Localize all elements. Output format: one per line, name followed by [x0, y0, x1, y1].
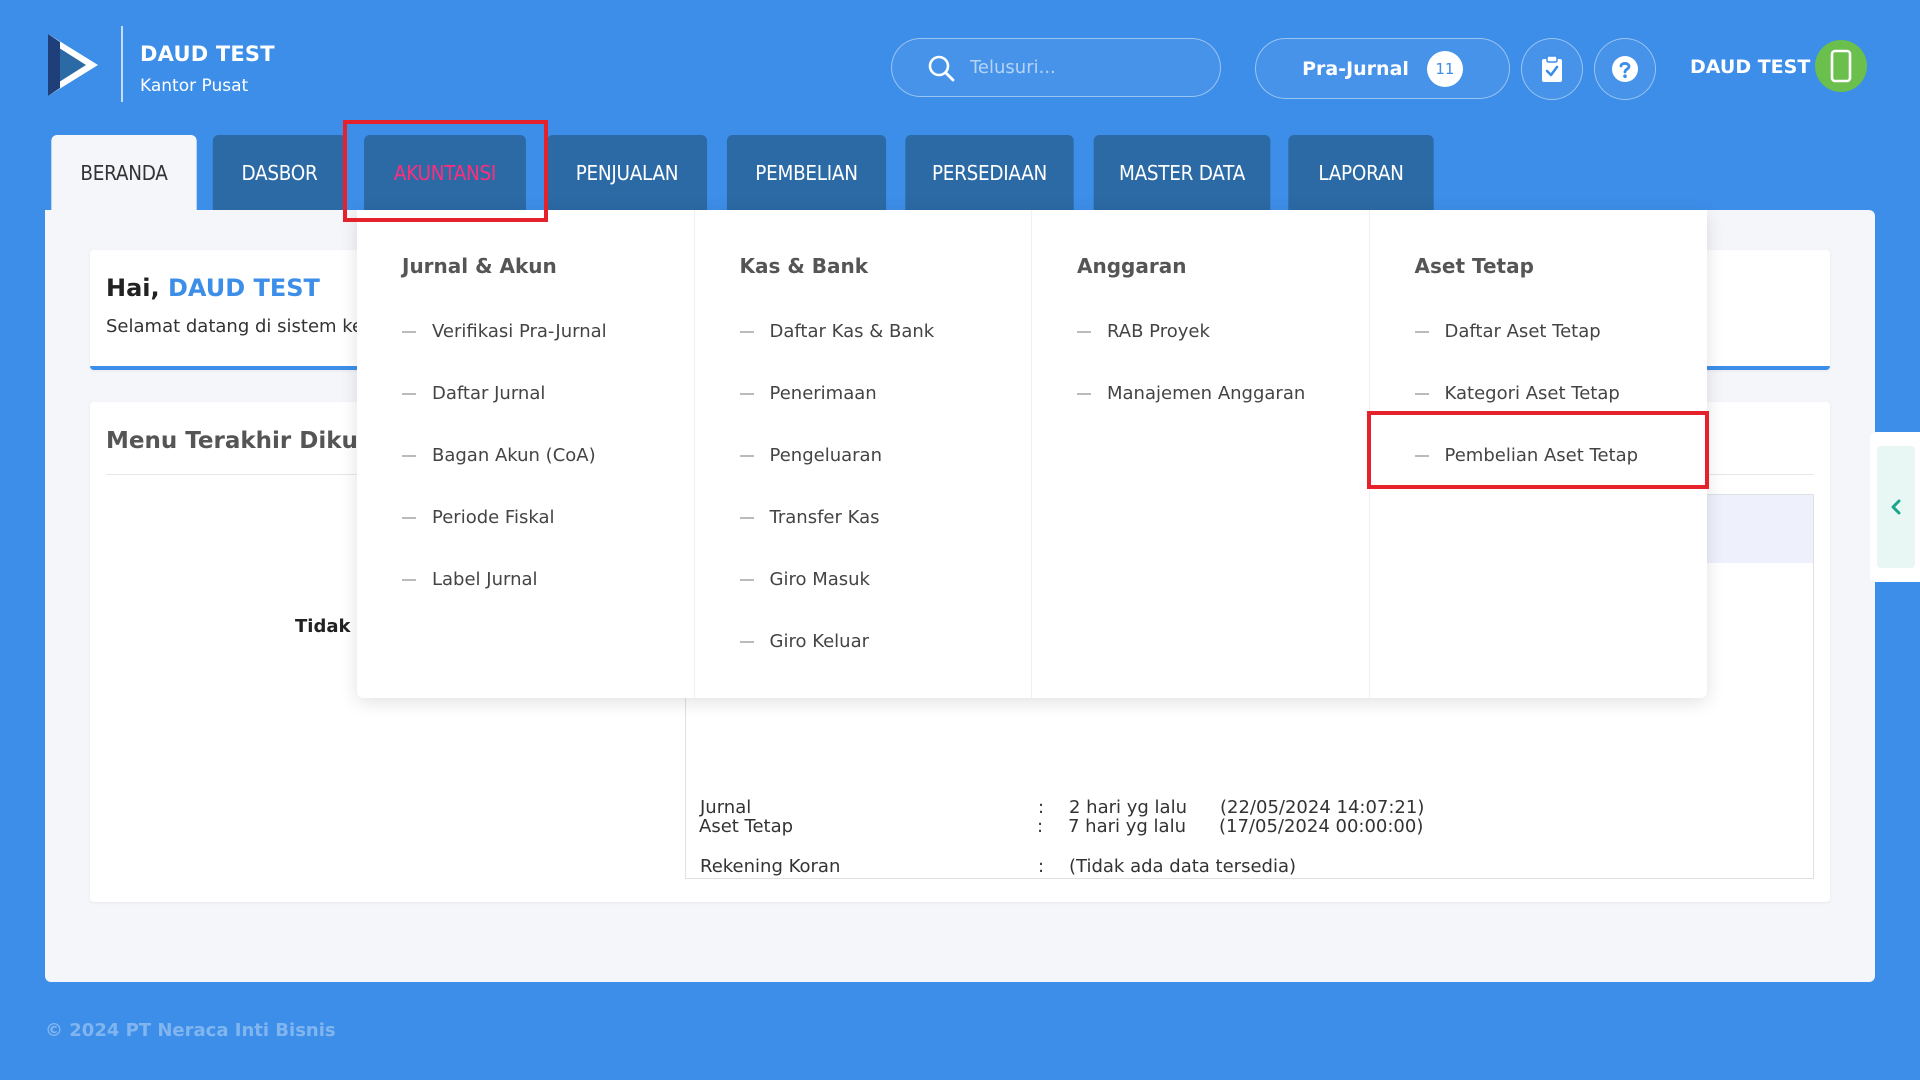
status-relative-time: 2 hari yg lalu	[1069, 797, 1187, 818]
pra-jurnal-count-badge: 11	[1426, 50, 1463, 87]
footer-copyright: © 2024 PT Neraca Inti Bisnis	[45, 1020, 336, 1041]
menu-list: Verifikasi Pra-Jurnal Daftar Jurnal Baga…	[357, 300, 694, 610]
menu-item-bagan-akun[interactable]: Bagan Akun (CoA)	[357, 424, 694, 486]
menu-item-verifikasi-pra-jurnal[interactable]: Verifikasi Pra-Jurnal	[357, 300, 694, 362]
tab-dasbor[interactable]: DASBOR	[212, 135, 347, 210]
logo-divider	[121, 26, 123, 102]
status-relative-time: 7 hari yg lalu	[1068, 816, 1186, 837]
menu-column-heading: Anggaran	[1077, 254, 1187, 278]
greeting-name: DAUD TEST	[167, 274, 320, 302]
phone-icon	[1830, 49, 1852, 83]
status-label: Jurnal	[700, 797, 752, 818]
welcome-text: Selamat datang di sistem ke	[106, 316, 364, 337]
status-date: (17/05/2024 00:00:00)	[1219, 816, 1424, 837]
menu-item-daftar-kas-bank[interactable]: Daftar Kas & Bank	[695, 300, 1032, 362]
menu-column-heading: Kas & Bank	[739, 254, 869, 278]
menu-item-rab-proyek[interactable]: RAB Proyek	[1032, 300, 1369, 362]
tab-pembelian[interactable]: PEMBELIAN	[726, 135, 887, 210]
search-input[interactable]	[970, 57, 1190, 78]
help-icon	[1612, 56, 1638, 82]
annotation-highlight-tab	[343, 120, 548, 222]
status-date: (22/05/2024 14:07:21)	[1220, 797, 1425, 818]
menu-column-heading: Jurnal & Akun	[402, 254, 557, 278]
menu-item-daftar-aset-tetap[interactable]: Daftar Aset Tetap	[1370, 300, 1708, 362]
company-name: DAUD TEST	[140, 42, 275, 66]
tab-beranda[interactable]: BERANDA	[51, 135, 197, 210]
company-branch: Kantor Pusat	[140, 76, 249, 96]
side-panel-toggle[interactable]	[1870, 432, 1920, 582]
status-colon: :	[1038, 797, 1045, 818]
greeting-prefix: Hai,	[106, 274, 160, 302]
search-box[interactable]	[891, 38, 1221, 97]
company-info: DAUD TEST Kantor Pusat	[140, 42, 275, 96]
menu-item-label-jurnal[interactable]: Label Jurnal	[357, 548, 694, 610]
clipboard-check-icon	[1542, 55, 1562, 82]
status-row-rekening-koran: Rekening Koran : (Tidak ada data tersedi…	[686, 856, 1813, 886]
tab-master-data[interactable]: MASTER DATA	[1093, 135, 1271, 210]
menu-item-periode-fiskal[interactable]: Periode Fiskal	[357, 486, 694, 548]
menu-item-penerimaan[interactable]: Penerimaan	[695, 362, 1032, 424]
menu-item-giro-keluar[interactable]: Giro Keluar	[695, 610, 1032, 672]
chevron-left-icon	[1891, 499, 1901, 515]
status-label: Rekening Koran	[700, 856, 841, 877]
status-colon: :	[1038, 856, 1045, 877]
help-button[interactable]	[1594, 38, 1656, 100]
recent-menu-title: Menu Terakhir Dikunju	[106, 428, 399, 454]
tab-laporan[interactable]: LAPORAN	[1288, 135, 1434, 210]
status-label: Aset Tetap	[699, 816, 794, 837]
menu-item-pengeluaran[interactable]: Pengeluaran	[695, 424, 1032, 486]
menu-list: RAB Proyek Manajemen Anggaran	[1032, 300, 1369, 424]
menu-list: Daftar Kas & Bank Penerimaan Pengeluaran…	[695, 300, 1032, 672]
user-name[interactable]: DAUD TEST	[1690, 56, 1810, 78]
menu-column-anggaran: Anggaran RAB Proyek Manajemen Anggaran	[1032, 210, 1370, 698]
status-empty: (Tidak ada data tersedia)	[1069, 856, 1297, 877]
status-row-aset-tetap: Aset Tetap : 7 hari yg lalu (17/05/2024 …	[685, 816, 1814, 846]
menu-column-jurnal-akun: Jurnal & Akun Verifikasi Pra-Jurnal Daft…	[357, 210, 695, 698]
pra-jurnal-label: Pra-Jurnal	[1302, 57, 1409, 80]
status-colon: :	[1037, 816, 1044, 837]
pra-jurnal-button[interactable]: Pra-Jurnal 11	[1255, 38, 1510, 99]
tab-persediaan[interactable]: PERSEDIAAN	[905, 135, 1074, 210]
menu-item-manajemen-anggaran[interactable]: Manajemen Anggaran	[1032, 362, 1369, 424]
tab-penjualan[interactable]: PENJUALAN	[546, 135, 708, 210]
menu-item-transfer-kas[interactable]: Transfer Kas	[695, 486, 1032, 548]
logo-icon[interactable]	[44, 30, 102, 100]
menu-item-giro-masuk[interactable]: Giro Masuk	[695, 548, 1032, 610]
avatar[interactable]	[1815, 40, 1867, 92]
menu-item-daftar-jurnal[interactable]: Daftar Jurnal	[357, 362, 694, 424]
side-panel-toggle-button[interactable]	[1877, 446, 1915, 568]
greeting: Hai, DAUD TEST	[106, 274, 320, 302]
annotation-highlight-menu-item	[1367, 411, 1709, 489]
menu-column-heading: Aset Tetap	[1414, 254, 1534, 278]
tasks-button[interactable]	[1521, 38, 1583, 100]
menu-column-kas-bank: Kas & Bank Daftar Kas & Bank Penerimaan …	[695, 210, 1032, 698]
search-icon	[928, 55, 955, 81]
